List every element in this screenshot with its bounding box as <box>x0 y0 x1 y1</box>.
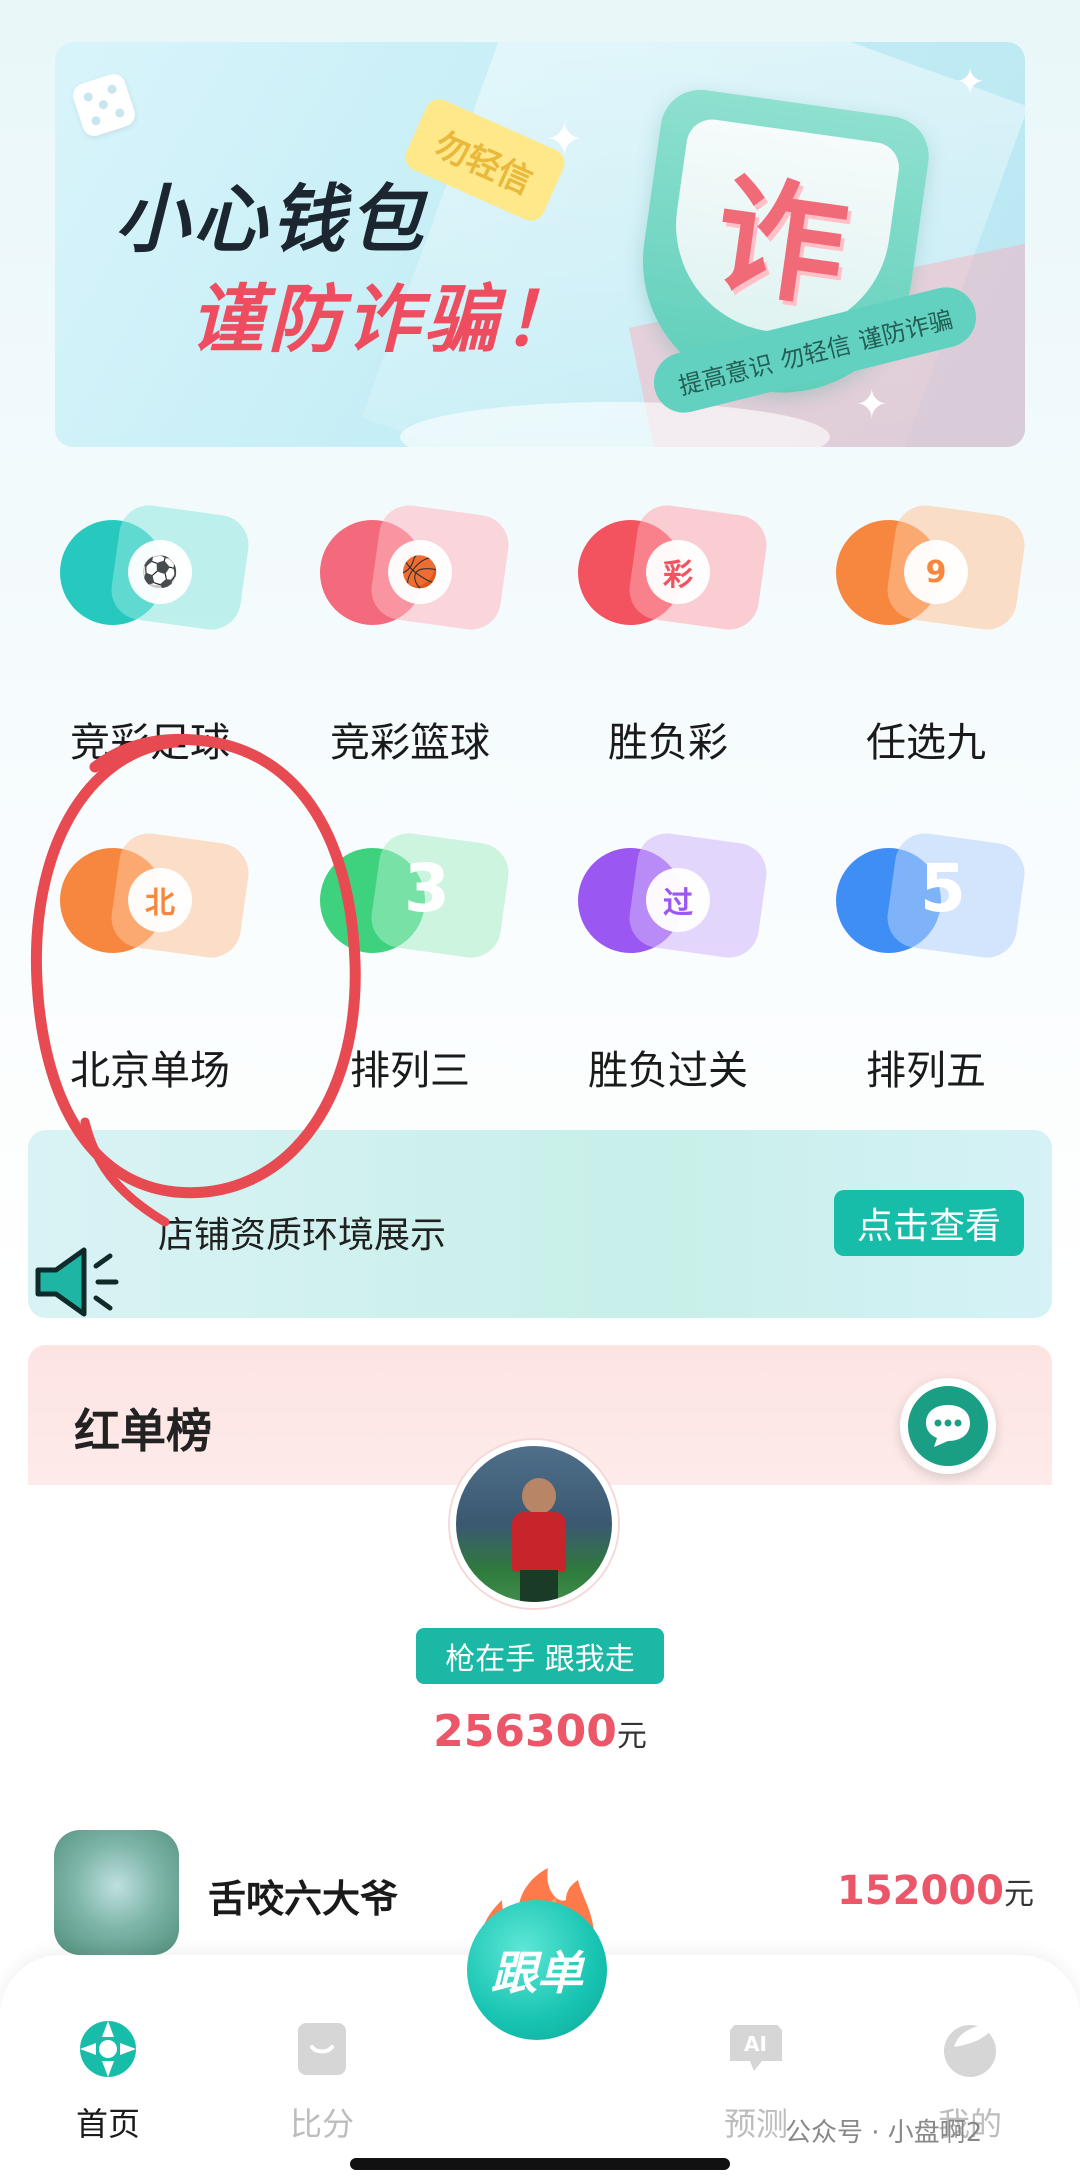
category-jingcai-football[interactable]: ⚽ 竞彩足球 <box>20 480 280 780</box>
category-label: 胜负过关 <box>588 1048 748 1094</box>
sparkle-icon: ✦ <box>545 112 584 166</box>
category-pailiesan[interactable]: 3 排列三 <box>280 808 540 1108</box>
soccer-ball-icon: ⚽ <box>128 540 192 604</box>
user-name: 舌咬六大爷 <box>208 1877 399 1921</box>
nav-score[interactable]: 比分 <box>252 2017 392 2145</box>
player-legs <box>520 1570 558 1602</box>
category-label: 北京单场 <box>70 1048 230 1094</box>
top-avatar[interactable] <box>450 1440 618 1608</box>
category-label: 任选九 <box>866 720 986 766</box>
sparkle-icon: ✦ <box>955 62 986 103</box>
megaphone-icon <box>35 1247 119 1317</box>
three-icon: 3 <box>404 849 450 927</box>
dice-icon <box>69 70 139 140</box>
follow-order-label: 跟单 <box>467 1900 607 2040</box>
ribbon-text-2: 勿轻信 <box>777 330 854 375</box>
user-amount-value: 152000 <box>837 1868 1004 1914</box>
category-label: 胜负彩 <box>608 720 728 766</box>
banner-title: 小心钱包 <box>115 177 427 263</box>
category-beijing-danchang[interactable]: 北 北京单场 <box>20 808 280 1108</box>
category-renxuanjiu[interactable]: 9 任选九 <box>796 480 1056 780</box>
nine-coin-icon: 9 <box>904 540 968 604</box>
home-icon <box>80 2021 136 2077</box>
watermark: 公众号 · 小盘啊2 <box>785 2118 983 2148</box>
cai-coin-icon: 彩 <box>646 540 710 604</box>
ribbon-text-3: 谨防诈骗 <box>855 304 956 356</box>
banner-subtitle: 谨防诈骗！ <box>190 277 580 363</box>
basketball-icon: 🏀 <box>388 540 452 604</box>
category-shengfucai[interactable]: 彩 胜负彩 <box>538 480 798 780</box>
svg-text:AI: AI <box>744 2032 767 2056</box>
nav-label: 比分 <box>289 2105 354 2143</box>
follow-order-button[interactable]: 跟单 <box>462 1868 612 2040</box>
top-motto-badge: 枪在手 跟我走 <box>416 1628 664 1684</box>
player-head <box>522 1478 556 1514</box>
category-pailiewu[interactable]: 5 排列五 <box>796 808 1056 1108</box>
nav-home[interactable]: 首页 <box>38 2017 178 2145</box>
score-icon <box>298 2023 346 2075</box>
user-amount: 152000元 <box>837 1868 1034 1914</box>
home-indicator <box>350 2158 730 2170</box>
chat-button[interactable] <box>900 1378 996 1474</box>
category-label: 竞彩足球 <box>70 720 230 766</box>
ribbon-text-1: 提高意识 <box>675 349 776 401</box>
user-amount-unit: 元 <box>1004 1877 1034 1912</box>
sparkle-icon: ✦ <box>855 382 889 428</box>
five-icon: 5 <box>920 849 966 927</box>
store-notice-bar: 店铺资质环境展示 点击查看 <box>28 1130 1052 1318</box>
chat-bubble-icon <box>926 1405 970 1447</box>
top-amount-unit: 元 <box>616 1719 647 1754</box>
profile-icon <box>944 2023 996 2077</box>
top-amount-value: 256300 <box>433 1706 617 1757</box>
category-label: 排列三 <box>350 1048 470 1094</box>
category-label: 竞彩篮球 <box>330 720 490 766</box>
ai-predict-icon: AI <box>730 2025 782 2071</box>
category-shengfu-guoguan[interactable]: 过 胜负过关 <box>538 808 798 1108</box>
notice-text: 店铺资质环境展示 <box>158 1215 447 1256</box>
view-button[interactable]: 点击查看 <box>834 1190 1024 1256</box>
guo-ball-icon: 过 <box>646 868 710 932</box>
red-list-title: 红单榜 <box>74 1404 212 1458</box>
top-amount: 256300元 <box>0 1706 1080 1757</box>
nav-label: 首页 <box>75 2105 140 2143</box>
player-jersey <box>512 1512 566 1572</box>
category-jingcai-basketball[interactable]: 🏀 竞彩篮球 <box>280 480 540 780</box>
anti-fraud-banner[interactable]: 小心钱包 谨防诈骗！ 勿轻信 诈 提高意识 勿轻信 谨防诈骗 ✦ ✦ ✦ <box>55 42 1025 447</box>
shield-char: 诈 <box>705 157 856 327</box>
bei-ball-icon: 北 <box>128 868 192 932</box>
avatar <box>54 1830 179 1955</box>
category-label: 排列五 <box>866 1048 986 1094</box>
